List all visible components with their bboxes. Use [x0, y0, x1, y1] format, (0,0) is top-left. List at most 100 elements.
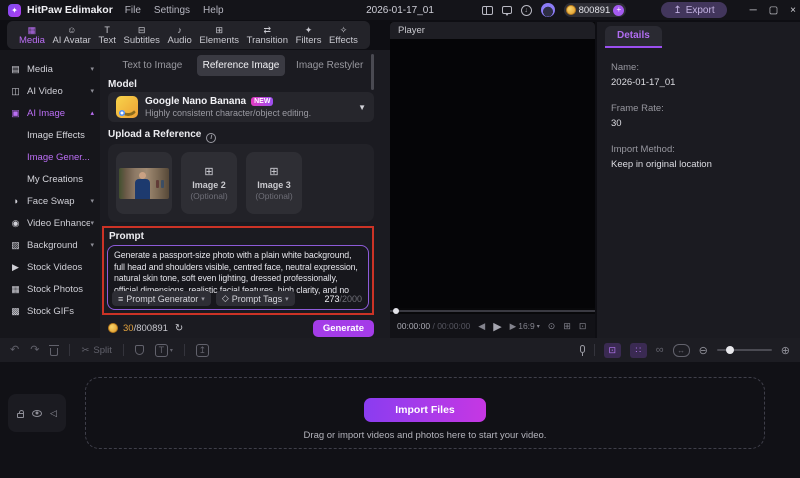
tab-image-restyler[interactable]: Image Restyler: [285, 55, 374, 76]
info-icon[interactable]: i: [206, 132, 217, 143]
panel-scrollbar[interactable]: [371, 54, 374, 90]
ribbon-tab-label: Elements: [199, 34, 240, 46]
snapshot-icon[interactable]: ⊙: [548, 321, 556, 332]
link-clips-icon[interactable]: ∞: [656, 344, 664, 356]
folder-icon: ▤: [11, 63, 20, 74]
sidebar-item-stock-photos[interactable]: ▦ Stock Photos: [0, 278, 100, 300]
tab-details[interactable]: Details: [605, 26, 662, 48]
text-tool-button[interactable]: T ▾: [154, 343, 173, 357]
split-screen-icon[interactable]: ⊞: [563, 321, 571, 332]
stock-videos-icon: ▶: [12, 261, 19, 272]
sidebar-item-face-swap[interactable]: ◑ Face Swap ▾: [0, 190, 100, 212]
download-icon[interactable]: ↓: [520, 4, 532, 16]
video-preview[interactable]: [390, 39, 595, 308]
reference-upload-box: ⊞ Image 2 (Optional) ⊞ Image 3 (Optional…: [108, 144, 374, 222]
fit-timeline-icon[interactable]: ↔: [672, 343, 690, 357]
model-section-label: Model: [108, 79, 137, 90]
split-label: Split: [93, 344, 112, 356]
model-selector[interactable]: Google Nano Banana NEW Highly consistent…: [108, 92, 374, 122]
user-avatar[interactable]: [540, 3, 555, 17]
ribbon-tab-text[interactable]: T Text: [98, 25, 115, 46]
reference-slot-2[interactable]: ⊞ Image 2 (Optional): [181, 152, 237, 214]
export-icon: ↥: [673, 4, 682, 16]
sidebar-item-image-generator[interactable]: Image Gener...: [0, 146, 100, 168]
ribbon-tab-label: Transition: [246, 34, 288, 46]
previous-frame-icon[interactable]: ◀: [478, 321, 485, 332]
sidebar-item-my-creations[interactable]: My Creations: [0, 168, 100, 190]
zoom-in-icon[interactable]: ⊕: [781, 344, 790, 357]
sidebar-item-ai-image[interactable]: ▣ AI Image ▴: [0, 102, 100, 124]
close-button[interactable]: ×: [790, 5, 796, 16]
sidebar-item-label: AI Video: [27, 85, 63, 97]
link-preview-toggle[interactable]: ⊡: [603, 342, 621, 358]
ribbon-tab-audio[interactable]: ♪ Audio: [168, 25, 192, 46]
reference-slot-3[interactable]: ⊞ Image 3 (Optional): [246, 152, 302, 214]
compound-clip-icon[interactable]: ↥: [195, 343, 209, 357]
split-button[interactable]: ✂ Split: [81, 345, 111, 356]
prompt-generator-button[interactable]: ≡ Prompt Generator ▾: [112, 291, 211, 306]
sidebar-item-media[interactable]: ▤ Media ▾: [0, 58, 100, 80]
ribbon-tab-ai-avatar[interactable]: ☺ AI Avatar: [52, 25, 90, 46]
tab-text-to-image[interactable]: Text to Image: [108, 55, 197, 76]
sidebar-item-stock-videos[interactable]: ▶ Stock Videos: [0, 256, 100, 278]
ribbon-tab-transition[interactable]: ⇄ Transition: [247, 25, 288, 46]
zoom-slider-knob[interactable]: [725, 346, 734, 354]
char-limit: /2000: [339, 293, 362, 304]
redo-icon[interactable]: ↷: [30, 344, 39, 356]
field-value-import-method: Keep in original location: [611, 159, 712, 170]
generate-button[interactable]: Generate: [312, 319, 374, 337]
refresh-icon[interactable]: ↻: [175, 323, 183, 334]
delete-icon[interactable]: [49, 344, 60, 356]
sidebar-item-stock-gifs[interactable]: ▩ Stock GIFs: [0, 300, 100, 322]
sidebar-item-background[interactable]: ▨ Background ▾: [0, 234, 100, 256]
undo-icon[interactable]: ↶: [10, 344, 19, 356]
sidebar-item-label: Image Effects: [27, 129, 85, 141]
minimize-button[interactable]: ─: [750, 5, 757, 16]
menu-settings[interactable]: Settings: [154, 5, 190, 16]
reference-slot-1[interactable]: [116, 152, 172, 214]
chevron-down-icon: ▾: [90, 88, 94, 95]
transition-icon: ⇄: [263, 24, 272, 35]
ribbon-tab-media[interactable]: ▦ Media: [19, 25, 45, 46]
zoom-out-icon[interactable]: ⊖: [699, 344, 708, 357]
speaker-icon[interactable]: ◁: [50, 408, 57, 419]
menu-help[interactable]: Help: [203, 5, 224, 16]
layout-panels-icon[interactable]: [481, 5, 493, 15]
prompt-tags-button[interactable]: ◇ Prompt Tags ▾: [215, 291, 295, 306]
ribbon-tab-elements[interactable]: ⊞ Elements: [199, 25, 239, 46]
ribbon-tab-filters[interactable]: ✦ Filters: [296, 25, 322, 46]
auto-snap-toggle[interactable]: ∷: [629, 342, 647, 358]
fullscreen-icon[interactable]: ⊡: [579, 321, 587, 332]
play-icon[interactable]: ▶: [493, 320, 501, 333]
background-icon: ▨: [11, 239, 20, 250]
add-image-icon: ⊞: [269, 166, 279, 178]
microphone-icon[interactable]: [579, 344, 585, 356]
prompt-input[interactable]: Generate a passport-size photo with a pl…: [107, 245, 369, 310]
lock-icon[interactable]: [17, 409, 25, 418]
ribbon-tab-label: Text: [98, 34, 116, 46]
details-panel: Details Name: 2026-01-17_01 Frame Rate: …: [597, 22, 800, 338]
ribbon-tab-subtitles[interactable]: ⊟ Subtitles: [123, 25, 159, 46]
sidebar-item-ai-video[interactable]: ◫ AI Video ▾: [0, 80, 100, 102]
next-frame-icon[interactable]: ▶: [510, 321, 517, 332]
add-credits-button[interactable]: +: [613, 4, 625, 16]
visibility-icon[interactable]: [32, 409, 43, 417]
aspect-ratio-select[interactable]: ▶ 16:9 ▾: [510, 321, 540, 332]
prompt-tags-label: Prompt Tags: [231, 293, 283, 304]
generator-tabs: Text to Image Reference Image Image Rest…: [108, 55, 374, 76]
sidebar-item-video-enhancer[interactable]: ◉ Video Enhancer ▾: [0, 212, 100, 234]
import-files-button[interactable]: Import Files: [364, 398, 486, 422]
maximize-button[interactable]: ▢: [769, 5, 778, 16]
menu-file[interactable]: File: [125, 5, 141, 16]
media-dropzone[interactable]: Import Files Drag or import videos and p…: [85, 377, 765, 449]
timeline-zoom-slider[interactable]: [716, 346, 772, 354]
mask-icon[interactable]: [134, 345, 144, 355]
sidebar-item-image-effects[interactable]: Image Effects: [0, 124, 100, 146]
export-button[interactable]: ↥ Export: [661, 2, 727, 18]
feedback-icon[interactable]: [501, 6, 512, 16]
ribbon-tab-effects[interactable]: ✧ Effects: [329, 25, 358, 46]
tab-reference-image[interactable]: Reference Image: [196, 55, 286, 76]
tag-icon: ◇: [221, 293, 229, 303]
prompt-section-label: Prompt: [109, 231, 144, 242]
credits-badge[interactable]: 800891 +: [563, 3, 627, 17]
